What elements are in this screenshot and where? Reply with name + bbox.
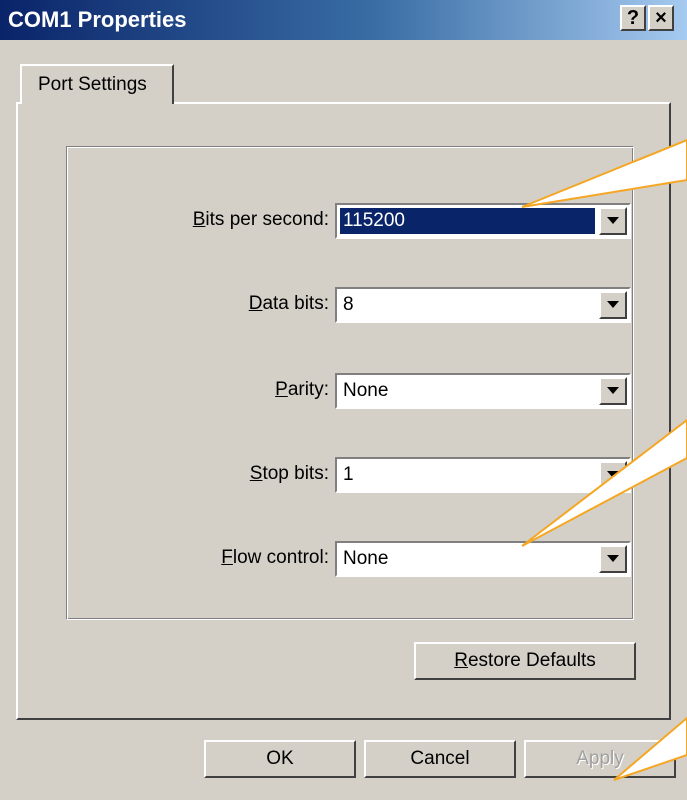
stop-bits-select[interactable]: 1 — [335, 457, 631, 493]
chevron-down-icon — [607, 301, 619, 308]
bits-per-second-label: Bits per second: — [192, 209, 329, 230]
tab-label: Port Settings — [38, 74, 147, 95]
help-button[interactable]: ? — [620, 5, 646, 31]
chevron-down-icon — [607, 555, 619, 562]
chevron-down-icon — [607, 387, 619, 394]
parity-select[interactable]: None — [335, 373, 631, 409]
tab-port-settings[interactable]: Port Settings — [20, 64, 174, 104]
cancel-button[interactable]: Cancel — [364, 740, 516, 778]
close-icon: × — [655, 7, 667, 29]
parity-dropdown-button[interactable] — [599, 377, 627, 405]
flow-control-value: None — [343, 548, 389, 569]
flow-control-select[interactable]: None — [335, 541, 631, 577]
data-bits-value: 8 — [343, 294, 354, 315]
apply-button[interactable]: Apply — [524, 740, 676, 778]
chevron-down-icon — [607, 471, 619, 478]
title-bar[interactable]: COM1 Properties ? × — [0, 0, 687, 40]
com1-properties-dialog: COM1 Properties ? × Port Settings Bits p… — [0, 0, 687, 800]
chevron-down-icon — [607, 217, 619, 224]
data-bits-select[interactable]: 8 — [335, 287, 631, 323]
window-title: COM1 Properties — [8, 7, 187, 32]
data-bits-dropdown-button[interactable] — [599, 291, 627, 319]
settings-group: Bits per second: 115200 Data bits: 8 Par… — [66, 146, 634, 620]
flow-control-dropdown-button[interactable] — [599, 545, 627, 573]
stop-bits-value: 1 — [343, 464, 354, 485]
bits-per-second-value: 115200 — [340, 208, 595, 234]
restore-defaults-button[interactable]: Restore Defaults — [414, 642, 636, 680]
port-settings-panel: Bits per second: 115200 Data bits: 8 Par… — [16, 102, 671, 720]
parity-value: None — [343, 380, 389, 401]
ok-button[interactable]: OK — [204, 740, 356, 778]
bits-per-second-dropdown-button[interactable] — [599, 207, 627, 235]
parity-label: Parity: — [275, 379, 329, 400]
data-bits-label: Data bits: — [248, 293, 329, 314]
close-button[interactable]: × — [648, 5, 674, 31]
stop-bits-label: Stop bits: — [249, 463, 329, 484]
bits-per-second-select[interactable]: 115200 — [335, 203, 631, 239]
flow-control-label: Flow control: — [221, 547, 329, 568]
stop-bits-dropdown-button[interactable] — [599, 461, 627, 489]
help-icon: ? — [626, 7, 640, 29]
